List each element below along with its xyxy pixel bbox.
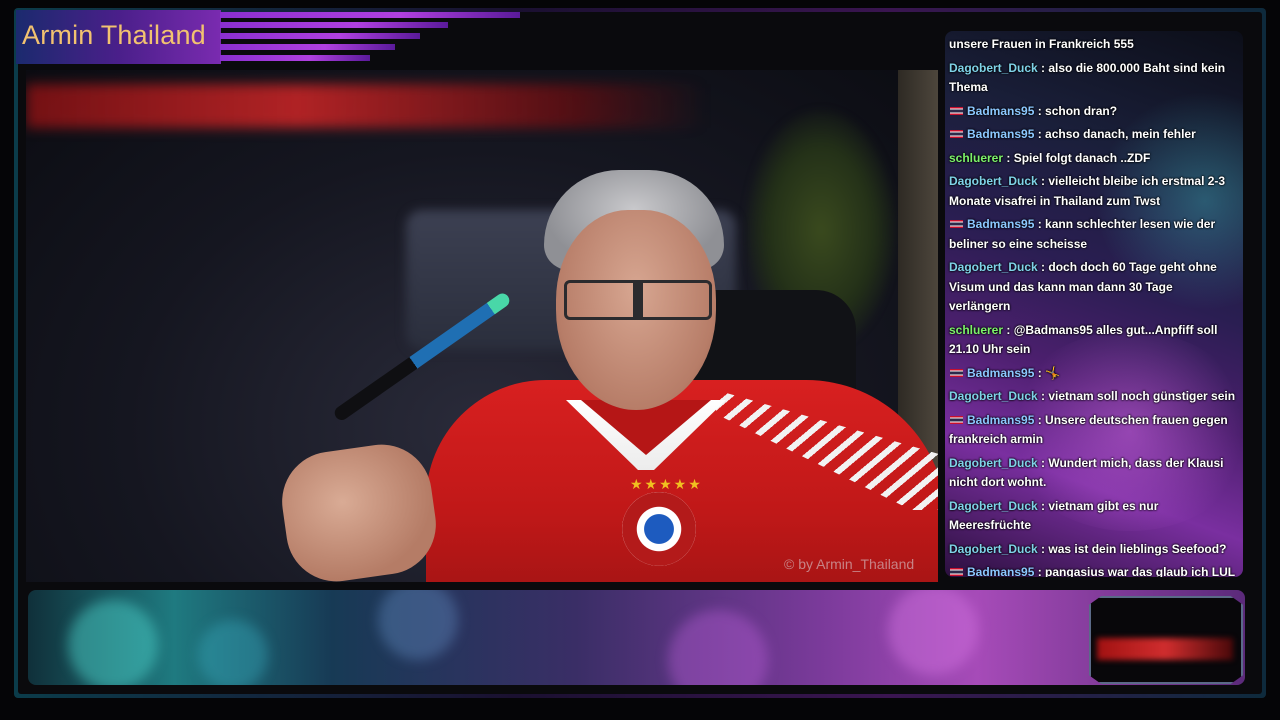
title-bar-3 (220, 33, 420, 39)
glasses (564, 280, 712, 320)
chat-username[interactable]: Dagobert_Duck (949, 389, 1038, 403)
title-bar-4 (220, 44, 395, 50)
streamer-head (536, 170, 736, 420)
chat-message: Badmans95 : kann schlechter lesen wie de… (949, 215, 1237, 254)
thai-flag-icon (950, 106, 963, 115)
video-watermark: © by Armin_Thailand (784, 556, 915, 572)
chat-message: Dagobert_Duck : was ist dein lieblings S… (949, 540, 1237, 560)
chat-message: unsere Frauen in Frankreich 555 (949, 35, 1237, 55)
chat-message-list[interactable]: unsere Frauen in Frankreich 555 Dagobert… (949, 35, 1237, 577)
chat-username[interactable]: Badmans95 (967, 366, 1034, 380)
mini-preview-red-light (1097, 638, 1233, 660)
chat-username[interactable]: Dagobert_Duck (949, 260, 1038, 274)
chat-text: unsere Frauen in Frankreich 555 (949, 37, 1134, 51)
title-bar-1 (220, 12, 520, 18)
chat-message: Badmans95 : pangasius war das glaub ich … (949, 563, 1237, 577)
chat-username[interactable]: Dagobert_Duck (949, 542, 1038, 556)
bokeh-light (888, 590, 978, 675)
bokeh-light (668, 610, 768, 685)
chat-message: Dagobert_Duck : also die 800.000 Baht si… (949, 59, 1237, 98)
chat-username[interactable]: Badmans95 (967, 127, 1034, 141)
chat-username[interactable]: Badmans95 (967, 217, 1034, 231)
chat-username[interactable]: schluerer (949, 323, 1003, 337)
chat-username[interactable]: Badmans95 (967, 565, 1034, 577)
stream-video[interactable]: ★★★★★ (26, 70, 938, 582)
mini-preview (1089, 596, 1243, 684)
chat-text: : achso danach, mein fehler (1037, 127, 1196, 141)
thai-flag-icon (950, 415, 963, 424)
bokeh-light (198, 620, 268, 685)
bokeh-light (68, 600, 158, 685)
chat-text: : Spiel folgt danach ..ZDF (1006, 150, 1151, 165)
chat-username[interactable]: Badmans95 (967, 413, 1034, 427)
chat-username[interactable]: schluerer (949, 151, 1003, 165)
chat-message: Badmans95 : achso danach, mein fehler (949, 125, 1237, 145)
thai-flag-icon (950, 568, 963, 576)
chat-message: schluerer : Spiel folgt danach ..ZDF (949, 149, 1237, 169)
bottom-banner (28, 590, 1245, 685)
chat-message: Dagobert_Duck : vietnam gibt es nur Meer… (949, 497, 1237, 536)
thai-flag-icon (950, 130, 963, 138)
chat-message: Dagobert_Duck : vielleicht bleibe ich er… (949, 172, 1237, 211)
background-red-light (26, 84, 706, 128)
club-crest-icon (622, 492, 696, 566)
chat-username[interactable]: Dagobert_Duck (949, 174, 1038, 188)
channel-title: Armin Thailand (22, 20, 206, 50)
chat-text: : vietnam soll noch günstiger sein (1041, 389, 1236, 403)
chat-message: Dagobert_Duck : Wundert mich, dass der K… (949, 454, 1237, 493)
chat-username[interactable]: Badmans95 (967, 104, 1034, 118)
title-bar-2 (220, 22, 448, 28)
chat-username[interactable]: Dagobert_Duck (949, 456, 1038, 470)
chat-text: : schon dran? (1037, 103, 1118, 118)
chat-text: : was ist dein lieblings Seefood? (1041, 541, 1227, 556)
streamer-hand (275, 438, 443, 582)
crest-stars: ★★★★★ (630, 476, 703, 492)
thai-flag-icon (950, 368, 963, 377)
chat-message: Badmans95 : schon dran? (949, 102, 1237, 122)
chat-message: schluerer : @Badmans95 alles gut...Anpfi… (949, 321, 1237, 360)
thai-flag-icon (950, 220, 963, 228)
chat-message: Dagobert_Duck : doch doch 60 Tage geht o… (949, 258, 1237, 317)
chat-message: Badmans95 : Unsere deutschen frauen gege… (949, 411, 1237, 450)
chat-username[interactable]: Dagobert_Duck (949, 499, 1038, 513)
bokeh-light (378, 590, 458, 660)
chat-text: : 🤸 (1037, 365, 1060, 380)
title-bar-5 (220, 55, 370, 61)
chat-message: Badmans95 : 🤸 (949, 364, 1237, 384)
chat-panel[interactable]: unsere Frauen in Frankreich 555 Dagobert… (945, 31, 1243, 577)
chat-message: Dagobert_Duck : vietnam soll noch günsti… (949, 387, 1237, 407)
chat-username[interactable]: Dagobert_Duck (949, 61, 1038, 75)
